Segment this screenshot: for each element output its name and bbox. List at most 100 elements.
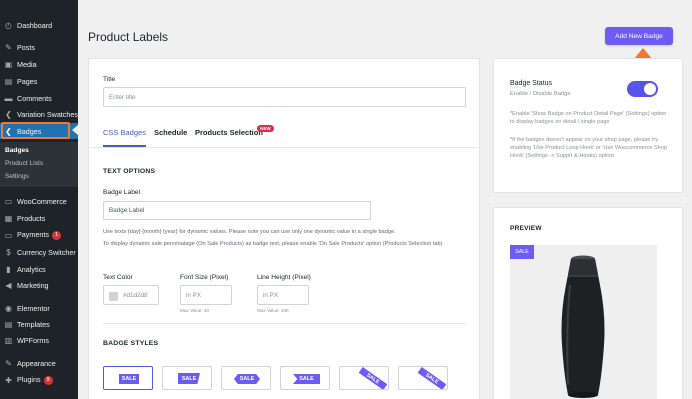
badge-status-toggle[interactable]	[627, 81, 658, 97]
sidebar-item-marketing[interactable]: ◀ Marketing	[0, 277, 78, 293]
sidebar-item-appearance[interactable]: ✎ Appearance	[0, 355, 78, 371]
sidebar-item-label: Dashboard	[17, 20, 53, 30]
currency-icon: $	[6, 247, 11, 257]
sidebar-item-plugins[interactable]: ✚ Plugins 9	[0, 372, 78, 388]
badge-style-option[interactable]: SALE	[221, 366, 271, 390]
page-title: Product Labels	[88, 30, 169, 44]
badge-style-preview: SALE	[119, 374, 139, 384]
badge-style-preview: SALE	[234, 374, 260, 384]
add-new-badge-button[interactable]: Add New Badge	[605, 27, 673, 45]
tab-products-selection[interactable]: Products Selection	[195, 128, 263, 137]
submenu-item-product-lists[interactable]: Product Lists	[5, 160, 43, 167]
sidebar-item-payments[interactable]: ▭ Payments 1	[0, 227, 78, 243]
submenu-item-badges[interactable]: Badges	[5, 147, 29, 154]
product-preview-image: SALE	[510, 245, 657, 399]
sidebar-item-comments[interactable]: ▬ Comments	[0, 90, 78, 106]
badge-styles-heading: BADGE STYLES	[103, 340, 159, 347]
analytics-icon: ▮	[6, 264, 11, 274]
sidebar-item-templates[interactable]: ▤ Templates	[0, 316, 78, 332]
sidebar-item-pages[interactable]: ▤ Pages	[0, 73, 78, 89]
sidebar-item-wpforms[interactable]: ▥ WPForms	[0, 332, 78, 348]
sidebar-item-analytics[interactable]: ▮ Analytics	[0, 261, 78, 277]
sidebar-item-label: Currency Switcher	[17, 247, 76, 257]
badge-style-option[interactable]: SALE	[103, 366, 153, 390]
swatches-icon: ❮	[5, 109, 12, 119]
sidebar-item-label: Products	[17, 213, 46, 223]
text-options-heading: TEXT OPTIONS	[103, 168, 156, 175]
sidebar-item-label: Payments 1	[17, 230, 61, 240]
dynamic-values-help: Use texts {day} {month} {year} for dynam…	[103, 229, 396, 235]
new-badge-pill: NEW	[257, 125, 274, 132]
preview-heading: PREVIEW	[510, 225, 542, 232]
woocommerce-icon: ▭	[4, 196, 13, 206]
text-color-picker[interactable]: #d1d2d8	[103, 285, 159, 305]
active-menu-pointer	[72, 125, 78, 135]
templates-icon: ▤	[4, 319, 13, 329]
badge-status-card: Badge Status Enable / Disable Badge *Ena…	[493, 58, 683, 193]
notification-count: 1	[51, 230, 61, 240]
font-size-input[interactable]: in PX	[180, 285, 232, 305]
detail-page-note: *Enable 'Show Badge on Product Detail Pa…	[510, 111, 667, 125]
plugins-icon: ✚	[5, 375, 12, 385]
tab-schedule[interactable]: Schedule	[154, 128, 187, 137]
sidebar-item-label: Media	[17, 59, 37, 69]
preview-card: PREVIEW SALE	[493, 207, 683, 399]
sidebar-item-dashboard[interactable]: ◴ Dashboard	[0, 17, 78, 33]
wp-admin-screen: ◴ Dashboard ✎ Posts ▣ Media ▤ Pages ▬ Co…	[0, 0, 692, 399]
highlight-outline	[1, 122, 70, 139]
sidebar-item-label: Elementor	[17, 303, 50, 313]
color-swatch	[109, 292, 118, 301]
title-label: Title	[103, 76, 116, 83]
dashboard-icon: ◴	[5, 20, 12, 30]
badge-style-option[interactable]: SALE	[398, 366, 448, 390]
badge-style-option[interactable]: SALE	[339, 366, 389, 390]
badge-style-preview: SALE	[358, 367, 388, 389]
submenu-item-settings[interactable]: Settings	[5, 173, 29, 180]
sidebar-item-label: WooCommerce	[17, 196, 67, 206]
sidebar-item-label: Appearance	[17, 358, 56, 368]
sidebar-item-label: Variation Swatches	[17, 109, 78, 119]
comment-icon: ▬	[4, 93, 13, 103]
title-input[interactable]: Enter title	[103, 87, 466, 107]
badge-style-option[interactable]: SALE	[162, 366, 212, 390]
shop-page-note: *If the badges doesn't appear on your sh…	[510, 137, 668, 159]
marketing-icon: ◀	[5, 280, 12, 290]
section-divider	[103, 323, 466, 324]
speaker-image	[561, 255, 605, 398]
sidebar-item-label: Marketing	[17, 280, 49, 290]
sidebar-item-label: Comments	[17, 93, 52, 103]
admin-sidebar: ◴ Dashboard ✎ Posts ▣ Media ▤ Pages ▬ Co…	[0, 0, 78, 399]
sidebar-item-posts[interactable]: ✎ Posts	[0, 39, 78, 55]
sidebar-item-label: Analytics	[17, 264, 46, 274]
sidebar-item-variation-swatches[interactable]: ❮ Variation Swatches	[0, 106, 78, 122]
payments-icon: ▭	[4, 230, 13, 240]
sidebar-item-woocommerce[interactable]: ▭ WooCommerce	[0, 193, 78, 209]
sidebar-item-elementor[interactable]: ◉ Elementor	[0, 300, 78, 316]
products-icon: ▦	[4, 213, 13, 223]
appearance-icon: ✎	[5, 358, 12, 368]
sidebar-item-currency-switcher[interactable]: $ Currency Switcher	[0, 244, 78, 260]
badges-submenu: Badges Product Lists Settings	[0, 142, 78, 187]
toggle-knob	[644, 83, 656, 95]
badge-label-label: Badge Label	[103, 189, 141, 196]
sidebar-item-label: Pages	[17, 76, 38, 86]
media-icon: ▣	[4, 59, 13, 69]
sidebar-item-media[interactable]: ▣ Media	[0, 56, 78, 72]
text-color-value: #d1d2d8	[123, 291, 148, 299]
sidebar-item-products[interactable]: ▦ Products	[0, 210, 78, 226]
sidebar-item-label: Templates	[17, 319, 50, 329]
tab-css-badges[interactable]: CSS Badges	[103, 128, 146, 137]
elementor-icon: ◉	[5, 303, 12, 313]
line-height-input[interactable]: in PX	[257, 285, 309, 305]
line-height-max-hint: Max Value: 100	[257, 308, 289, 313]
badge-status-title: Badge Status	[510, 80, 553, 87]
sidebar-item-label: WPForms	[17, 335, 49, 345]
badge-status-subtitle: Enable / Disable Badge	[510, 91, 571, 97]
badge-label-input[interactable]: Badge Label	[103, 201, 371, 220]
sidebar-item-label: Posts	[17, 42, 35, 52]
badge-style-preview: SALE	[417, 367, 447, 389]
pin-icon: ✎	[5, 42, 12, 52]
badge-settings-card: Title Enter title CSS Badges Schedule Pr…	[88, 58, 480, 399]
line-height-label: Line Height (Pixel)	[257, 274, 311, 281]
badge-style-option[interactable]: SALE	[280, 366, 330, 390]
